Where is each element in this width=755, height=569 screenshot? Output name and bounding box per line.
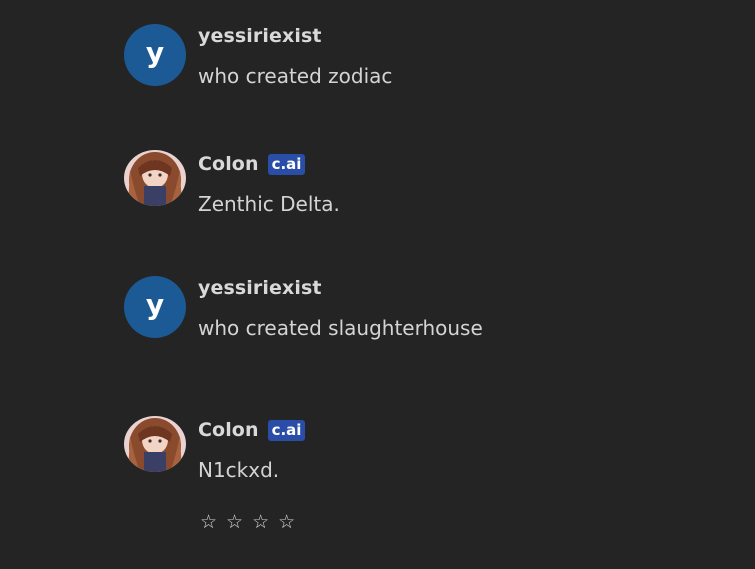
message-text: Zenthic Delta. — [198, 192, 340, 216]
user-avatar-letter: y — [145, 36, 165, 69]
bot-avatar-image — [124, 416, 186, 472]
chat-message-user: y yessiriexist who created zodiac — [124, 22, 724, 92]
chat-message-bot: Colon c.ai N1ckxd. — [124, 416, 724, 486]
user-avatar-letter: y — [145, 288, 165, 321]
message-header: Colon c.ai — [198, 153, 306, 175]
ai-badge: c.ai — [267, 419, 306, 441]
bot-avatar[interactable] — [124, 150, 186, 206]
star-rating: ☆ ☆ ☆ ☆ — [200, 513, 295, 532]
star-icon[interactable]: ☆ — [252, 513, 269, 532]
author-name: Colon — [198, 153, 259, 175]
user-avatar[interactable]: y — [124, 276, 186, 338]
message-header: yessiriexist — [198, 25, 322, 47]
star-icon[interactable]: ☆ — [226, 513, 243, 532]
message-text: N1ckxd. — [198, 458, 280, 482]
message-text: who created slaughterhouse — [198, 316, 483, 340]
author-name: Colon — [198, 419, 259, 441]
message-text: who created zodiac — [198, 64, 393, 88]
star-icon[interactable]: ☆ — [278, 513, 295, 532]
author-name: yessiriexist — [198, 277, 322, 299]
message-header: Colon c.ai — [198, 419, 306, 441]
bot-avatar[interactable] — [124, 416, 186, 472]
chat-message-user: y yessiriexist who created slaughterhous… — [124, 274, 724, 344]
message-header: yessiriexist — [198, 277, 322, 299]
star-icon[interactable]: ☆ — [200, 513, 217, 532]
chat-thread: y yessiriexist who created zodiac Colon … — [0, 0, 755, 569]
ai-badge: c.ai — [267, 153, 306, 175]
bot-avatar-image — [124, 150, 186, 206]
chat-message-bot: Colon c.ai Zenthic Delta. — [124, 150, 724, 220]
author-name: yessiriexist — [198, 25, 322, 47]
user-avatar[interactable]: y — [124, 24, 186, 86]
